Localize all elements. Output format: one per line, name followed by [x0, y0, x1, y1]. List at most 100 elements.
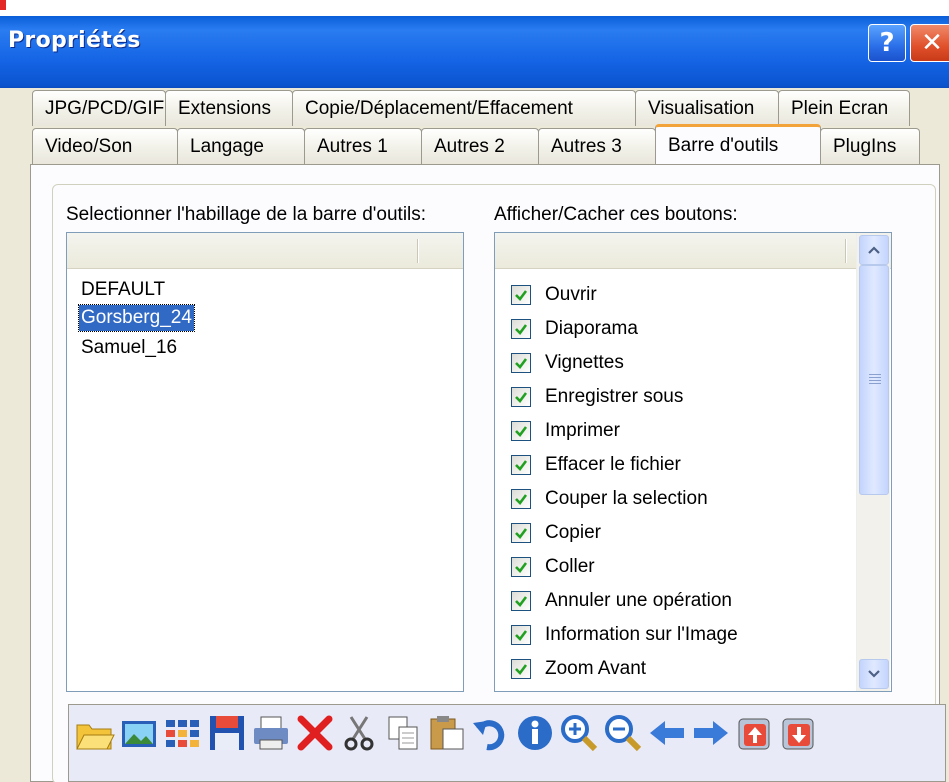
checklist-item-label: Couper la selection: [545, 488, 708, 509]
buttons-list-label: Afficher/Cacher ces boutons:: [494, 204, 738, 225]
checkmark-icon: [515, 392, 528, 403]
checklist-item[interactable]: Information sur l'Image: [511, 621, 738, 649]
chevron-down-icon: [868, 670, 880, 678]
desktop-strip: [0, 0, 949, 16]
skin-listbox[interactable]: DEFAULT Gorsberg_24 Samuel_16: [66, 232, 464, 692]
tab-plugins[interactable]: PlugIns: [820, 128, 920, 164]
last-page-icon: [782, 718, 814, 750]
checklist-item[interactable]: Zoom Avant: [511, 655, 646, 683]
checklist-item-label: Imprimer: [545, 420, 620, 441]
help-button[interactable]: ?: [868, 24, 906, 62]
checkmark-icon: [515, 596, 528, 607]
next-arrow-icon: [694, 721, 728, 745]
info-icon: [518, 716, 552, 750]
checkmark-icon: [515, 528, 528, 539]
checkmark-icon: [515, 324, 528, 335]
undo-icon: [473, 720, 505, 751]
checkmark-icon: [515, 630, 528, 641]
checklist-item-label: Diaporama: [545, 318, 638, 339]
tab-plein-ecran[interactable]: Plein Ecran: [778, 90, 910, 126]
checklist-item[interactable]: Effacer le fichier: [511, 451, 681, 479]
checkmark-icon: [515, 290, 528, 301]
checkbox[interactable]: [511, 319, 531, 339]
checklist-item-label: Vignettes: [545, 352, 624, 373]
checkmark-icon: [515, 358, 528, 369]
checklist-item[interactable]: Couper la selection: [511, 485, 708, 513]
checkbox[interactable]: [511, 625, 531, 645]
tab-barre-doutils[interactable]: Barre d'outils: [655, 124, 821, 164]
delete-icon: [297, 715, 333, 751]
scroll-thumb[interactable]: [859, 265, 889, 495]
tab-row-2: Video/Son Langage Autres 1 Autres 2 Autr…: [32, 124, 920, 164]
title-bar[interactable]: Propriétés ? ✕: [0, 0, 949, 88]
checklist-item[interactable]: Diaporama: [511, 315, 638, 343]
skin-item-gorsberg-24[interactable]: Gorsberg_24: [78, 304, 195, 332]
tab-jpg-pcd-gif[interactable]: JPG/PCD/GIF: [32, 90, 166, 126]
checkmark-icon: [515, 460, 528, 471]
checklist-item[interactable]: Annuler une opération: [511, 587, 732, 615]
print-icon: [254, 716, 288, 750]
zoom-in-icon: [561, 715, 598, 752]
checklist-item[interactable]: Enregistrer sous: [511, 383, 683, 411]
checkbox[interactable]: [511, 285, 531, 305]
checkmark-icon: [515, 426, 528, 437]
scroll-up-button[interactable]: [859, 235, 889, 265]
tab-autres-2[interactable]: Autres 2: [421, 128, 539, 164]
checkbox[interactable]: [511, 659, 531, 679]
tab-extensions[interactable]: Extensions: [165, 90, 293, 126]
window-title: Propriétés: [8, 28, 141, 53]
checkbox[interactable]: [511, 353, 531, 373]
checkbox[interactable]: [511, 455, 531, 475]
cut-icon: [344, 716, 374, 751]
checkbox[interactable]: [511, 591, 531, 611]
thumbnails-icon: [166, 720, 199, 747]
red-mark: [0, 0, 6, 10]
tab-copie-deplacement-effacement[interactable]: Copie/Déplacement/Effacement: [292, 90, 636, 126]
skin-item-default[interactable]: DEFAULT: [79, 277, 167, 303]
tab-langage[interactable]: Langage: [177, 128, 305, 164]
tab-visualisation[interactable]: Visualisation: [635, 90, 779, 126]
vertical-scrollbar[interactable]: [856, 233, 890, 691]
buttons-list-header: [495, 233, 891, 269]
tab-autres-3[interactable]: Autres 3: [538, 128, 656, 164]
zoom-out-icon: [605, 715, 642, 752]
scroll-down-button[interactable]: [859, 659, 889, 689]
checklist-item-label: Effacer le fichier: [545, 454, 681, 475]
first-page-icon: [738, 718, 770, 750]
checklist-item[interactable]: Imprimer: [511, 417, 620, 445]
checkmark-icon: [515, 562, 528, 573]
tab-video-son[interactable]: Video/Son: [32, 128, 178, 164]
copy-icon: [388, 716, 418, 750]
checkmark-icon: [515, 494, 528, 505]
previous-arrow-icon: [650, 721, 684, 745]
close-button[interactable]: ✕: [910, 24, 949, 62]
checklist-item-label: Ouvrir: [545, 284, 597, 305]
skin-item-samuel-16[interactable]: Samuel_16: [79, 335, 179, 361]
grip-icon: [869, 374, 881, 386]
checklist-item[interactable]: Coller: [511, 553, 595, 581]
slideshow-icon: [122, 721, 156, 747]
toolbar-preview: [68, 704, 946, 782]
checkbox[interactable]: [511, 557, 531, 577]
tab-autres-1[interactable]: Autres 1: [304, 128, 422, 164]
checklist-item-label: Copier: [545, 522, 601, 543]
tab-row-1: JPG/PCD/GIF Extensions Copie/Déplacement…: [32, 90, 910, 126]
buttons-listbox[interactable]: Ouvrir Diaporama Vignettes Enregistrer sous…: [494, 232, 892, 692]
skin-list-label: Selectionner l'habillage de la barre d'o…: [66, 204, 427, 225]
checklist-item[interactable]: Ouvrir: [511, 281, 597, 309]
checklist-item-label: Zoom Avant: [545, 658, 647, 679]
checklist-item[interactable]: Vignettes: [511, 349, 624, 377]
checkmark-icon: [515, 664, 528, 675]
checklist-item[interactable]: Copier: [511, 519, 601, 547]
checklist-item-label: Annuler une opération: [545, 590, 732, 611]
open-folder-icon: [76, 724, 115, 750]
checklist-item-label: Coller: [545, 556, 595, 577]
paste-icon: [430, 716, 464, 750]
save-as-icon: [210, 716, 244, 750]
checklist-item-label: Information sur l'Image: [545, 624, 738, 645]
skin-list-header: [67, 233, 463, 269]
checkbox[interactable]: [511, 523, 531, 543]
checkbox[interactable]: [511, 421, 531, 441]
checkbox[interactable]: [511, 387, 531, 407]
checkbox[interactable]: [511, 489, 531, 509]
